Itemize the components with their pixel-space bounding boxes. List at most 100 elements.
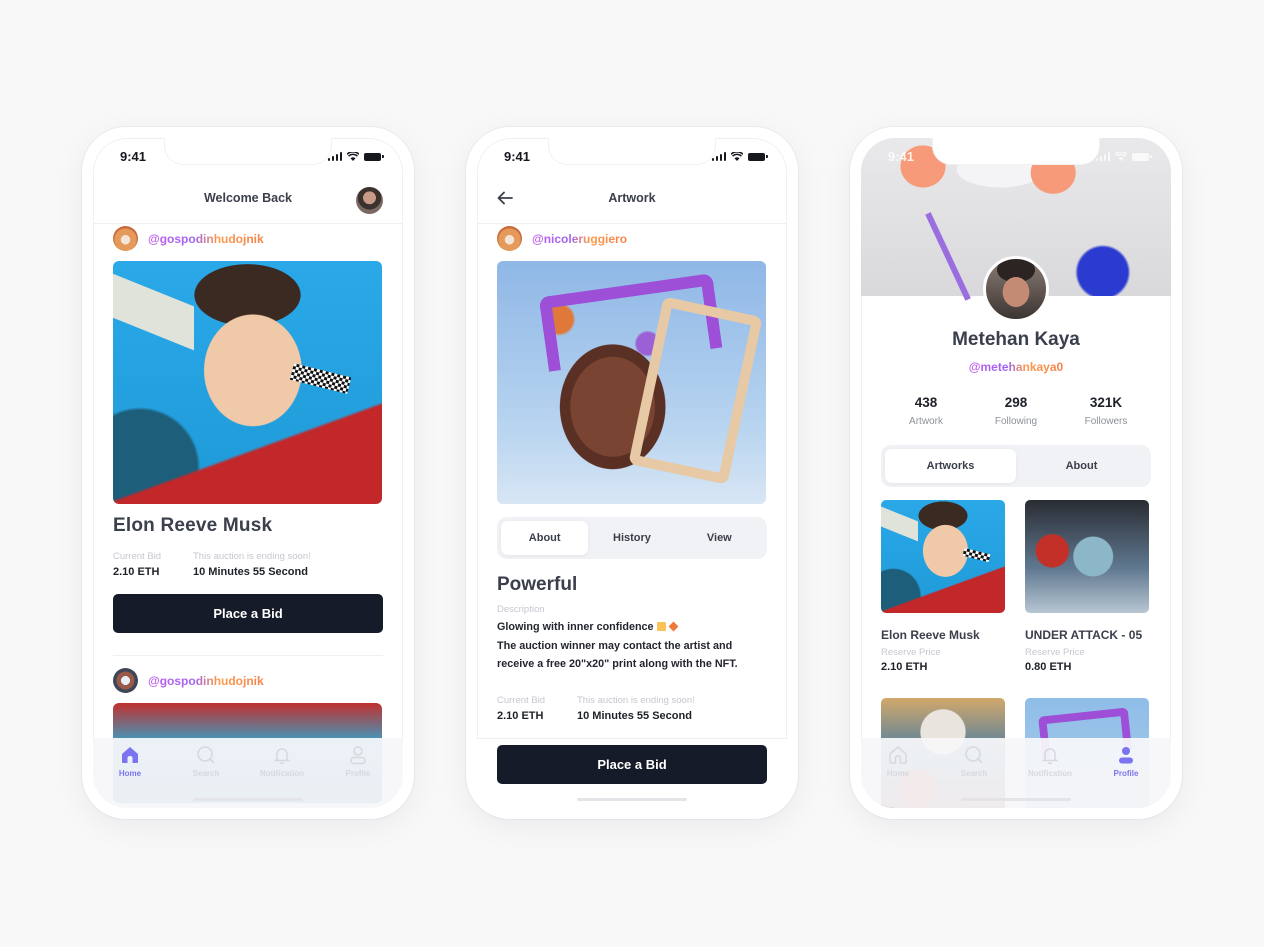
tab-notification[interactable]: Notification (1015, 744, 1085, 778)
tab-label: Home (118, 769, 142, 778)
battery-icon (1132, 152, 1152, 161)
tab-home[interactable]: Home (95, 744, 165, 778)
signal-icon (711, 152, 726, 161)
artwork-author[interactable]: @nicoleruggiero (497, 226, 627, 251)
battery-icon (364, 152, 384, 161)
artwork-card[interactable]: UNDER ATTACK - 05 Reserve Price 0.80 ETH (1025, 500, 1149, 673)
home-indicator (961, 798, 1071, 801)
stat-following[interactable]: 298 Following (981, 395, 1051, 427)
stat-value: 298 (1004, 395, 1028, 410)
tab-search[interactable]: Search (171, 744, 241, 778)
artwork-image[interactable] (497, 261, 766, 504)
current-bid-value: 2.10 ETH (113, 566, 160, 578)
home-indicator (193, 798, 303, 801)
notch (165, 138, 331, 164)
diamond-emoji-icon (668, 621, 679, 632)
artwork-title: Powerful (497, 574, 578, 595)
current-bid-label: Current Bid (113, 551, 162, 562)
tab-artworks[interactable]: Artworks (885, 449, 1016, 483)
stat-label: Followers (1084, 416, 1128, 427)
reserve-price-label: Reserve Price (881, 647, 941, 658)
bid-info: Current Bid 2.10 ETH This auction is end… (113, 551, 311, 578)
author-handle[interactable]: @gospodinhudojnik (148, 674, 264, 688)
wifi-icon (347, 152, 359, 161)
search-icon (963, 744, 985, 766)
profile-stats: 438 Artwork 298 Following 321K Followers (881, 395, 1151, 427)
wifi-icon (1115, 152, 1127, 161)
tab-profile[interactable]: Profile (1091, 744, 1161, 778)
home-icon (887, 744, 909, 766)
tab-label: Home (886, 769, 910, 778)
notch (933, 138, 1099, 164)
stat-followers[interactable]: 321K Followers (1071, 395, 1141, 427)
artwork-tabs: About History View (497, 517, 767, 559)
stat-value: 321K (1089, 395, 1123, 410)
description-label: Description (497, 604, 545, 615)
artwork-title: Elon Reeve Musk (113, 515, 273, 536)
home-indicator (577, 798, 687, 801)
tab-notification[interactable]: Notification (247, 744, 317, 778)
artwork-card-title: UNDER ATTACK - 05 (1025, 628, 1143, 642)
current-bid-label: Current Bid (497, 695, 546, 706)
divider (113, 655, 383, 656)
author-avatar (497, 226, 522, 251)
tab-label: Notification (1028, 769, 1072, 778)
artwork-screen: 9:41 Artwork @nicoleruggiero About Histo… (477, 138, 787, 808)
artwork-thumbnail (881, 500, 1005, 613)
tab-profile[interactable]: Profile (323, 744, 393, 778)
page-title: Artwork (608, 191, 656, 205)
user-icon (1115, 744, 1137, 766)
bell-icon (271, 744, 293, 766)
reserve-price-label: Reserve Price (1025, 647, 1085, 658)
profile-avatar[interactable] (983, 256, 1049, 322)
search-icon (195, 744, 217, 766)
signal-icon (327, 152, 342, 161)
stat-artwork[interactable]: 438 Artwork (891, 395, 961, 427)
auction-ending-label: This auction is ending soon! (577, 695, 695, 706)
current-bid-value: 2.10 ETH (497, 710, 544, 722)
home-screen: 9:41 Welcome Back @gospodinhudojnik Elon… (93, 138, 403, 808)
artwork-card[interactable]: Elon Reeve Musk Reserve Price 2.10 ETH (881, 500, 1005, 673)
tab-view[interactable]: View (676, 521, 763, 555)
author-avatar (113, 668, 138, 693)
top-bar: Artwork (477, 178, 787, 224)
tab-label: Search (960, 769, 988, 778)
tab-search[interactable]: Search (939, 744, 1009, 778)
home-icon (119, 744, 141, 766)
bell-icon (1039, 744, 1061, 766)
artwork-thumbnail (1025, 500, 1149, 613)
author-handle[interactable]: @nicoleruggiero (532, 232, 627, 246)
profile-screen: 9:41 Metehan Kaya @metehankaya0 438 Artw… (861, 138, 1171, 808)
tab-label: Notification (260, 769, 304, 778)
bid-info: Current Bid 2.10 ETH This auction is end… (497, 695, 695, 722)
author-handle[interactable]: @gospodinhudojnik (148, 232, 264, 246)
artwork-image[interactable] (113, 261, 382, 504)
stat-label: Artwork (909, 416, 943, 427)
tab-history[interactable]: History (588, 521, 675, 555)
crown-emoji-icon (656, 622, 666, 631)
tab-about[interactable]: About (1016, 449, 1147, 483)
post-author[interactable]: @gospodinhudojnik (113, 226, 264, 251)
profile-handle-wrap: @metehankaya0 (861, 360, 1171, 374)
description-text: Glowing with inner confidence The auctio… (497, 618, 771, 674)
place-bid-button[interactable]: Place a Bid (497, 745, 767, 784)
signal-icon (1095, 152, 1110, 161)
auction-ending-label: This auction is ending soon! (193, 551, 311, 562)
tab-label: Profile (1113, 769, 1139, 778)
battery-icon (748, 152, 768, 161)
description-line: The auction winner may contact the artis… (497, 639, 738, 671)
user-avatar[interactable] (356, 187, 383, 214)
phone-home: 9:41 Welcome Back @gospodinhudojnik Elon… (82, 127, 414, 819)
time-left-value: 10 Minutes 55 Second (193, 566, 308, 578)
tab-about[interactable]: About (501, 521, 589, 555)
time-left-value: 10 Minutes 55 Second (577, 710, 692, 722)
stat-label: Following (994, 416, 1038, 427)
profile-handle: @metehankaya0 (968, 360, 1064, 374)
author-avatar (113, 226, 138, 251)
place-bid-button[interactable]: Place a Bid (113, 594, 383, 633)
post-author[interactable]: @gospodinhudojnik (113, 668, 264, 693)
tab-home[interactable]: Home (863, 744, 933, 778)
reserve-price-value: 2.10 ETH (881, 661, 928, 673)
phone-artwork: 9:41 Artwork @nicoleruggiero About Histo… (466, 127, 798, 819)
reserve-price-value: 0.80 ETH (1025, 661, 1072, 673)
